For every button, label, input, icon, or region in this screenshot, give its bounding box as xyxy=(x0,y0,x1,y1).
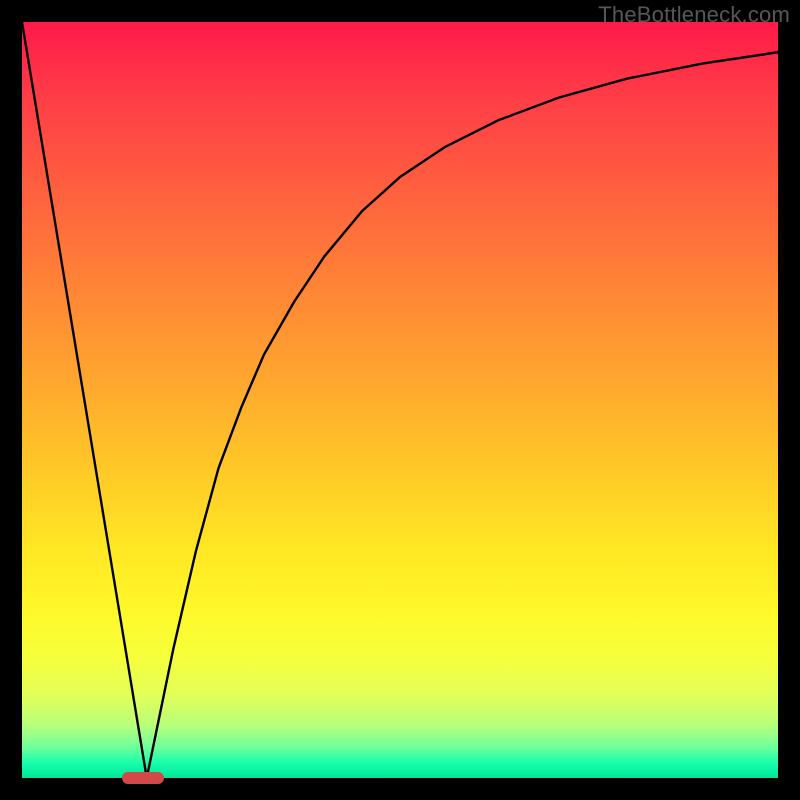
watermark-text: TheBottleneck.com xyxy=(598,2,790,28)
series-curve-right xyxy=(147,52,778,778)
curves-svg xyxy=(22,22,778,778)
plot-area xyxy=(22,22,778,778)
chart-frame: TheBottleneck.com xyxy=(0,0,800,800)
series-line-left xyxy=(22,22,147,778)
bottleneck-marker xyxy=(122,772,164,784)
